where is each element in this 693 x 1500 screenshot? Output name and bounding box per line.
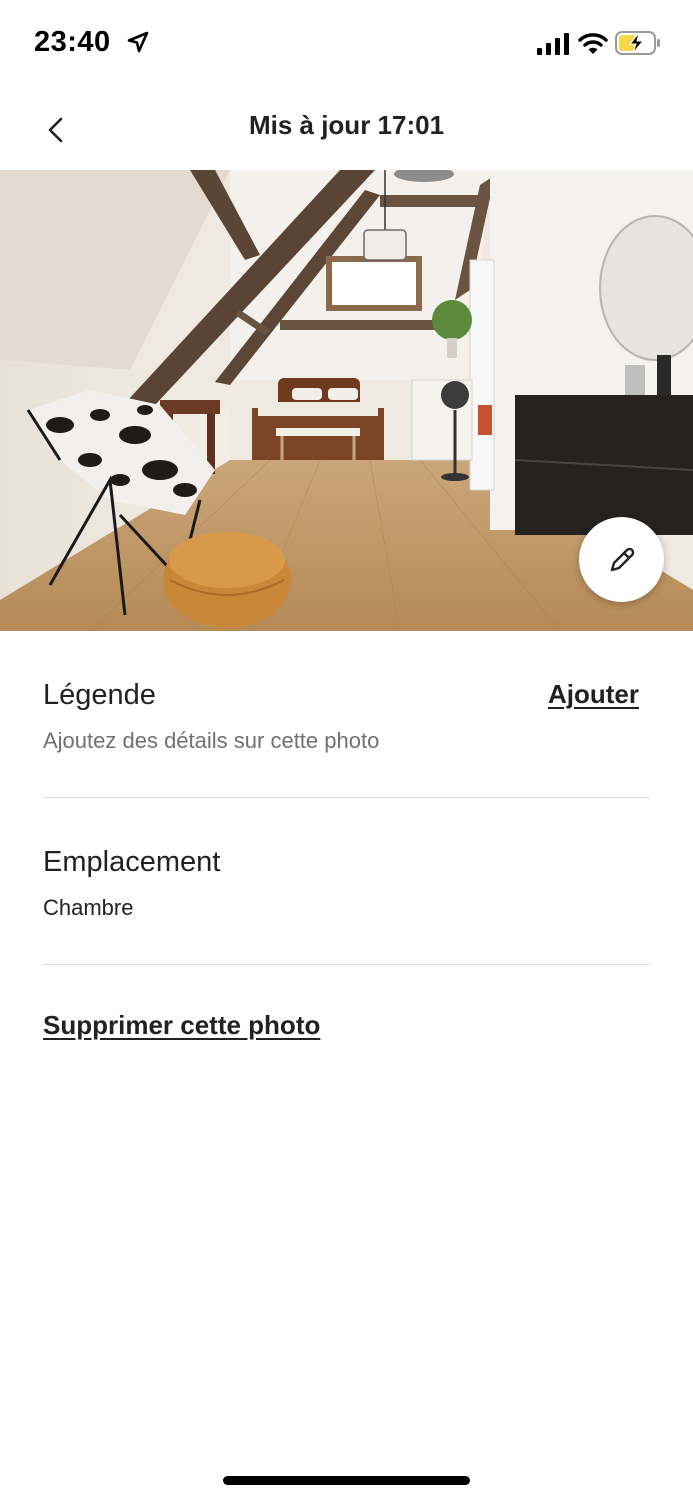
- home-indicator: [223, 1476, 470, 1485]
- caption-placeholder: Ajoutez des détails sur cette photo: [43, 728, 380, 753]
- battery-charging-icon: [615, 31, 660, 55]
- location-value[interactable]: Chambre: [43, 895, 133, 921]
- edit-photo-button[interactable]: [579, 517, 664, 602]
- status-time: 23:40: [34, 26, 111, 58]
- location-arrow-icon: [127, 31, 149, 53]
- divider: [43, 797, 650, 798]
- add-caption-button[interactable]: Ajouter: [548, 679, 639, 710]
- delete-photo-button[interactable]: Supprimer cette photo: [43, 1010, 320, 1041]
- nav-bar: Mis à jour 17:01: [0, 90, 693, 170]
- wifi-icon: [578, 33, 608, 54]
- cellular-signal-icon: [537, 33, 569, 55]
- caption-title: Légende: [43, 679, 156, 711]
- status-bar: 23:40: [0, 0, 693, 90]
- page-title: Mis à jour 17:01: [248, 110, 445, 140]
- location-title: Emplacement: [43, 846, 221, 878]
- divider: [43, 964, 650, 965]
- pencil-icon: [610, 547, 634, 571]
